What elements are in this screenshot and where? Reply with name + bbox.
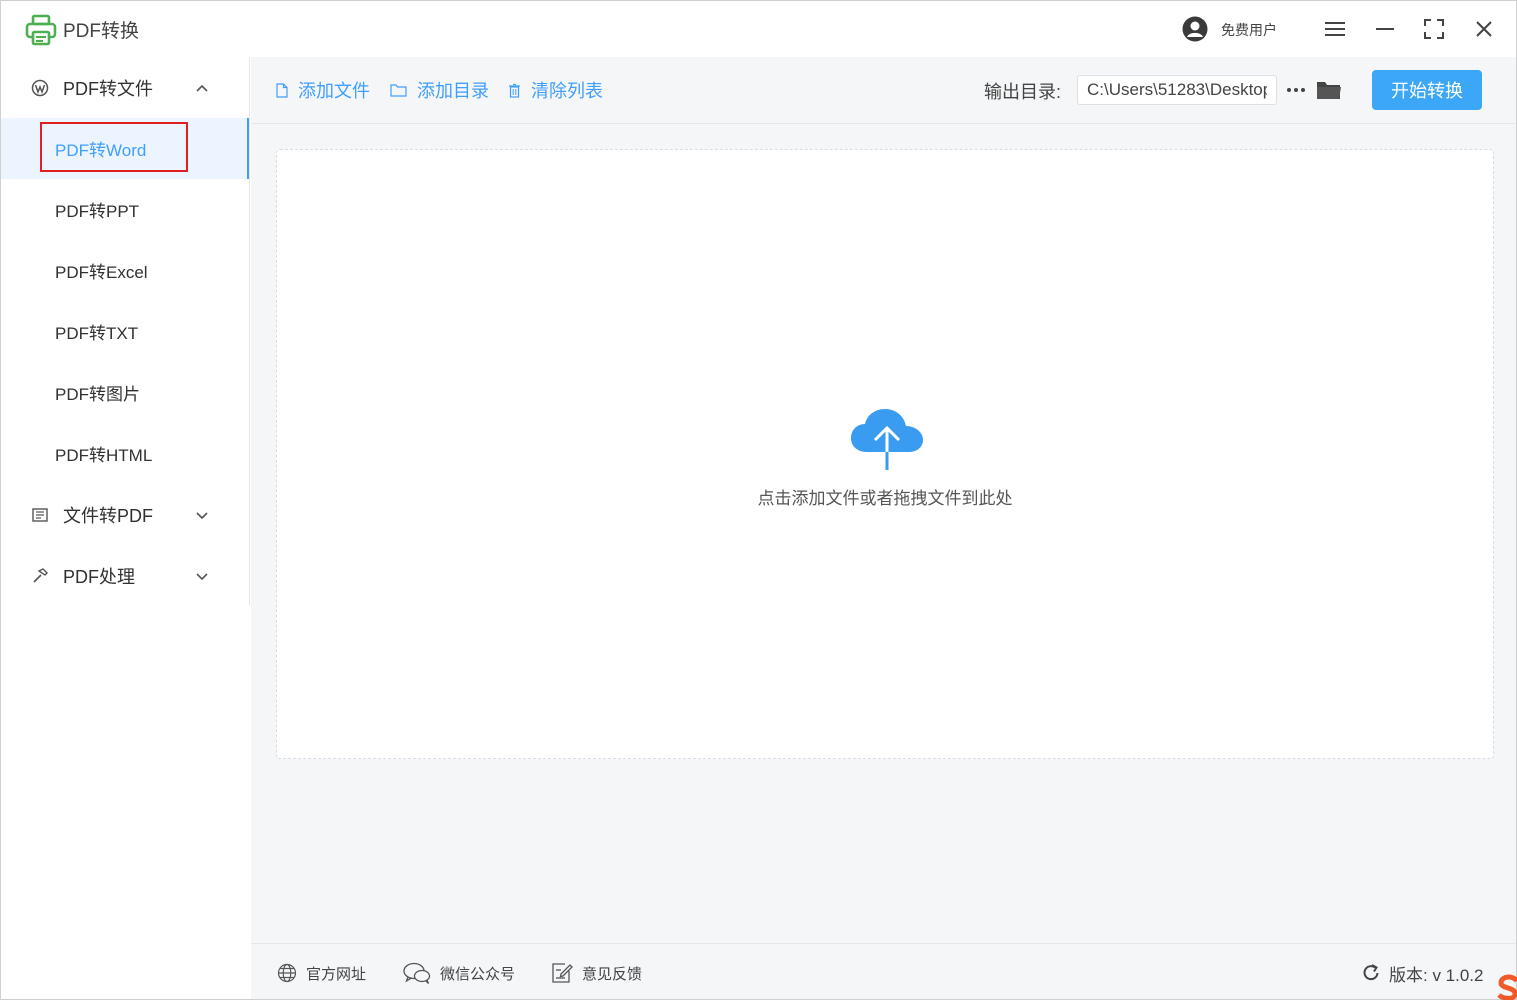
sidebar-item-label: PDF转TXT bbox=[55, 324, 139, 343]
main-panel: 添加文件 添加目录 清除列表 输出目录: C:\Users\51283\Desk… bbox=[251, 57, 1516, 943]
menu-button[interactable] bbox=[1321, 15, 1349, 43]
hammer-icon bbox=[33, 568, 48, 583]
start-convert-button[interactable]: 开始转换 bbox=[1372, 70, 1482, 110]
add-file-label: 添加文件 bbox=[298, 81, 370, 101]
feedback-label: 意见反馈 bbox=[582, 965, 643, 983]
output-dir-label: 输出目录: bbox=[984, 82, 1062, 102]
sidebar-group-label: 文件转PDF bbox=[63, 505, 153, 526]
trash-icon bbox=[509, 83, 520, 98]
official-site-link[interactable]: 官方网址 bbox=[277, 961, 366, 985]
document-icon bbox=[32, 508, 48, 522]
refresh-icon bbox=[1363, 964, 1379, 981]
sidebar-group-pdf-to-file[interactable]: PDF转文件 bbox=[1, 57, 249, 118]
edit-note-icon bbox=[552, 963, 573, 983]
sidebar-item-pdf-to-excel[interactable]: PDF转Excel bbox=[1, 240, 249, 301]
clear-list-button[interactable]: 清除列表 bbox=[508, 77, 603, 103]
wechat-label: 微信公众号 bbox=[440, 965, 516, 983]
sidebar-item-pdf-to-html[interactable]: PDF转HTML bbox=[1, 423, 249, 484]
add-directory-button[interactable]: 添加目录 bbox=[390, 77, 489, 103]
file-dropzone[interactable]: 点击添加文件或者拖拽文件到此处 bbox=[276, 149, 1494, 759]
footer: 官方网址 微信公众号 意见反馈 版本: v 1.0.2 bbox=[251, 943, 1516, 999]
printer-logo-icon bbox=[25, 14, 57, 46]
sidebar-item-pdf-to-word[interactable]: PDF转Word bbox=[1, 118, 249, 179]
add-file-button[interactable]: 添加文件 bbox=[276, 77, 370, 103]
minimize-icon bbox=[1376, 28, 1394, 30]
app-window: PDF转换 免费用户 PDF转文件 PDF转Word PDF转PPT PDF转E… bbox=[0, 0, 1517, 1000]
sidebar-item-label: PDF转图片 bbox=[55, 385, 140, 404]
chevron-down-icon bbox=[196, 512, 208, 520]
folder-icon bbox=[1317, 82, 1341, 99]
ellipsis-icon bbox=[1287, 88, 1305, 92]
close-icon bbox=[1476, 21, 1492, 37]
fullscreen-icon bbox=[1424, 19, 1444, 39]
wordpress-icon bbox=[31, 79, 49, 97]
sidebar-item-label: PDF转HTML bbox=[55, 446, 153, 465]
maximize-button[interactable] bbox=[1420, 15, 1448, 43]
sidebar-item-label: PDF转Word bbox=[55, 141, 147, 160]
sidebar-item-pdf-to-ppt[interactable]: PDF转PPT bbox=[1, 179, 249, 240]
open-folder-button[interactable] bbox=[1315, 75, 1343, 105]
dropzone-hint: 点击添加文件或者拖拽文件到此处 bbox=[757, 489, 1013, 508]
sidebar-group-label: PDF处理 bbox=[63, 566, 135, 587]
add-directory-label: 添加目录 bbox=[417, 81, 489, 101]
output-dir-input[interactable] bbox=[1077, 75, 1277, 105]
user-avatar-icon[interactable] bbox=[1182, 16, 1208, 42]
user-name[interactable]: 免费用户 bbox=[1221, 20, 1277, 40]
wechat-link[interactable]: 微信公众号 bbox=[403, 961, 515, 985]
sidebar-group-pdf-process[interactable]: PDF处理 bbox=[1, 545, 249, 606]
wechat-icon bbox=[403, 962, 431, 984]
sidebar-item-pdf-to-txt[interactable]: PDF转TXT bbox=[1, 301, 249, 362]
official-site-label: 官方网址 bbox=[306, 965, 367, 983]
sidebar-item-label: PDF转Excel bbox=[55, 263, 148, 282]
app-title: PDF转换 bbox=[63, 21, 140, 42]
close-button[interactable] bbox=[1470, 15, 1498, 43]
feedback-link[interactable]: 意见反馈 bbox=[551, 961, 642, 985]
minimize-button[interactable] bbox=[1371, 15, 1399, 43]
version-check[interactable]: 版本: v 1.0.2 bbox=[1361, 961, 1483, 985]
chevron-down-icon bbox=[196, 573, 208, 581]
sogou-logo-icon bbox=[1497, 974, 1517, 1000]
sidebar-item-pdf-to-image[interactable]: PDF转图片 bbox=[1, 362, 249, 423]
folder-outline-icon bbox=[390, 84, 407, 97]
sidebar-group-label: PDF转文件 bbox=[63, 78, 153, 99]
more-options-button[interactable] bbox=[1283, 75, 1309, 105]
globe-icon bbox=[277, 963, 297, 983]
version-label: 版本: v 1.0.2 bbox=[1389, 965, 1484, 985]
cloud-upload-icon bbox=[851, 409, 923, 470]
file-icon bbox=[276, 82, 288, 98]
chevron-up-icon bbox=[196, 84, 208, 92]
sidebar: PDF转文件 PDF转Word PDF转PPT PDF转Excel PDF转TX… bbox=[1, 57, 250, 605]
hamburger-menu-icon bbox=[1325, 22, 1345, 36]
sidebar-group-file-to-pdf[interactable]: 文件转PDF bbox=[1, 484, 249, 545]
toolbar: 添加文件 添加目录 清除列表 输出目录: C:\Users\51283\Desk… bbox=[251, 57, 1516, 124]
sidebar-item-label: PDF转PPT bbox=[55, 202, 140, 221]
clear-list-label: 清除列表 bbox=[531, 81, 603, 101]
title-bar: PDF转换 免费用户 bbox=[1, 1, 1516, 57]
